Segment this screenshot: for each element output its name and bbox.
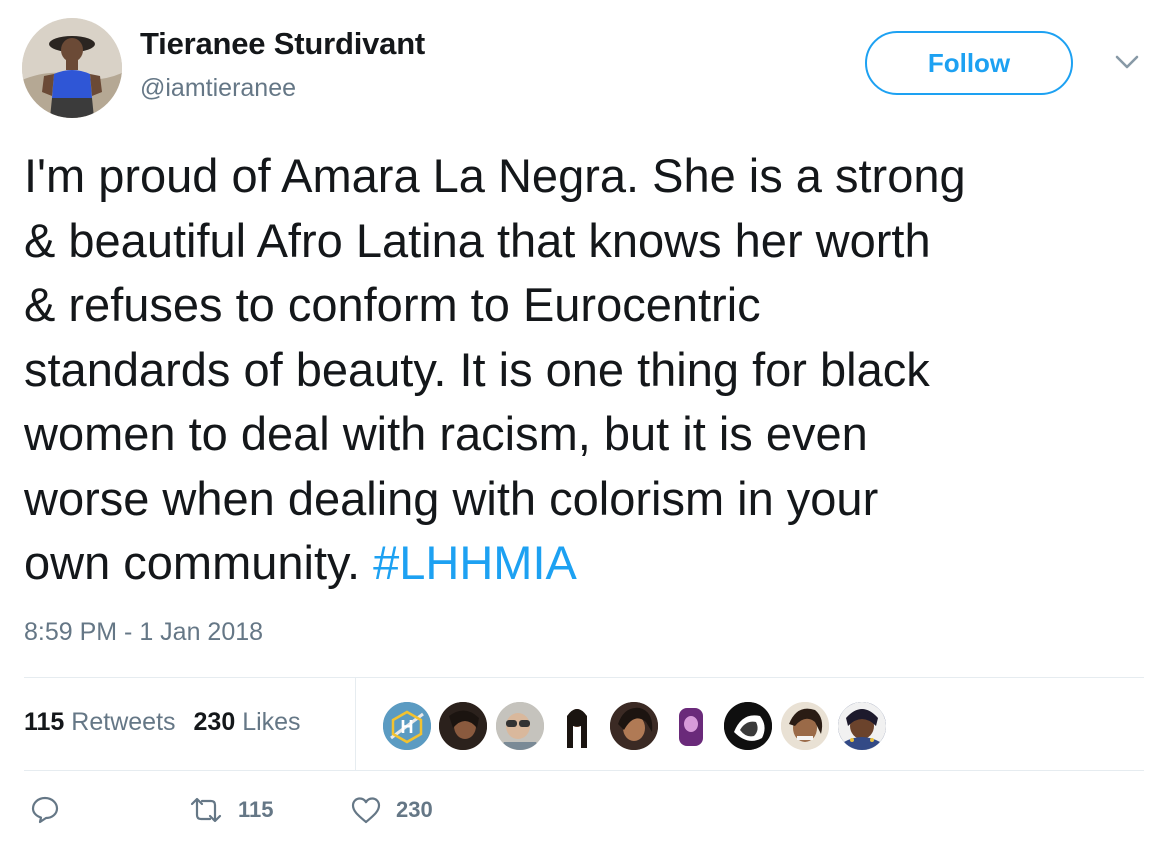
liker-avatar[interactable] xyxy=(437,700,489,752)
follow-button[interactable]: Follow xyxy=(865,31,1073,95)
divider xyxy=(24,677,1144,678)
tweet-line: & refuses to conform to Eurocentric xyxy=(24,278,761,331)
author-avatar[interactable] xyxy=(22,18,122,118)
liker-avatar[interactable] xyxy=(665,700,717,752)
like-button[interactable]: 230 xyxy=(350,795,433,825)
tweet-line: I'm proud of Amara La Negra. She is a st… xyxy=(24,149,966,202)
retweet-count: 115 xyxy=(238,797,274,822)
divider xyxy=(24,770,1144,771)
retweet-button[interactable]: 115 xyxy=(188,795,274,825)
likes-count: 230 xyxy=(193,708,236,736)
tweet-actions: 115 230 xyxy=(0,795,1164,839)
tweet-line: & beautiful Afro Latina that knows her w… xyxy=(24,213,931,267)
tweet-last-line: own community. #LHHMIA xyxy=(24,531,1149,596)
liker-avatar[interactable] xyxy=(551,700,603,752)
tweet-line: worse when dealing with colorism in your xyxy=(24,471,879,525)
retweets-stat[interactable]: 115 Retweets xyxy=(24,708,176,736)
liker-avatar[interactable] xyxy=(779,700,831,752)
like-count: 230 xyxy=(396,797,433,822)
tweet-timestamp[interactable]: 8:59 PM - 1 Jan 2018 xyxy=(24,618,263,647)
author-name[interactable]: Tieranee Sturdivant xyxy=(140,26,425,62)
chevron-down-icon[interactable] xyxy=(1113,52,1141,72)
liker-avatar[interactable] xyxy=(722,700,774,752)
retweet-icon xyxy=(190,797,222,823)
heart-icon xyxy=(351,797,381,824)
hashtag-link[interactable]: #LHHMIA xyxy=(373,536,577,589)
engagement-stats: 115 Retweets 230 Likes xyxy=(24,708,301,737)
tweet-text: I'm proud of Amara La Negra. She is a st… xyxy=(24,144,1149,596)
divider xyxy=(355,678,356,770)
svg-text:H: H xyxy=(401,717,414,737)
author-handle[interactable]: @iamtieranee xyxy=(140,74,296,103)
liker-avatar[interactable] xyxy=(608,700,660,752)
author-photo xyxy=(22,18,122,118)
tweet-line: own community. xyxy=(24,536,361,589)
tweet-line: women to deal with racism, but it is eve… xyxy=(24,407,868,460)
liker-avatar[interactable] xyxy=(836,700,888,752)
reply-button[interactable] xyxy=(30,795,60,825)
retweets-count: 115 xyxy=(24,708,65,736)
liker-avatar[interactable] xyxy=(494,700,546,752)
likes-stat[interactable]: 230 Likes xyxy=(194,708,301,736)
likes-label: Likes xyxy=(242,708,301,736)
reply-icon xyxy=(31,796,59,824)
retweets-label: Retweets xyxy=(71,708,176,736)
liker-avatar[interactable]: H xyxy=(381,700,433,752)
tweet-line: standards of beauty. It is one thing for… xyxy=(24,342,930,396)
